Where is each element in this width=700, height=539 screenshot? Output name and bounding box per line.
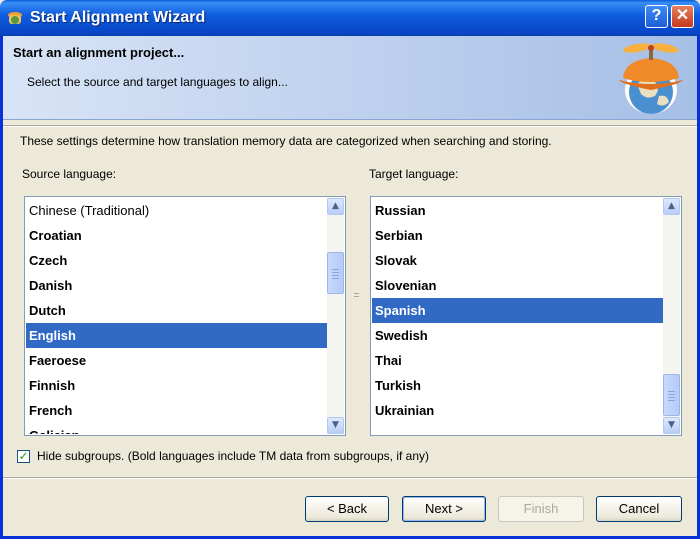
app-icon: [8, 12, 22, 24]
hide-subgroups-checkbox[interactable]: ✓: [17, 450, 30, 463]
back-button[interactable]: < Back: [305, 496, 389, 522]
list-item[interactable]: Galician: [26, 423, 327, 434]
checkmark-icon: ✓: [18, 449, 29, 463]
list-item[interactable]: Serbian: [372, 223, 663, 248]
globe-propeller-hat-icon: [619, 43, 683, 114]
header-subtitle: Select the source and target languages t…: [27, 75, 288, 89]
target-language-label: Target language:: [369, 167, 459, 181]
close-button[interactable]: ✕: [671, 5, 694, 28]
header-separator: [3, 125, 697, 127]
window-title: Start Alignment Wizard: [30, 9, 206, 26]
source-scrollbar[interactable]: ▲ ▼: [327, 198, 344, 434]
scroll-up-arrow-icon[interactable]: ▲: [663, 198, 680, 215]
list-item[interactable]: Thai: [372, 348, 663, 373]
target-language-list[interactable]: Russian Serbian Slovak Slovenian Spanish Swed…: [370, 196, 682, 436]
finish-button[interactable]: Finish: [498, 496, 584, 522]
list-item[interactable]: Czech: [26, 248, 327, 273]
list-item[interactable]: Russian: [372, 198, 663, 223]
splitter-grip[interactable]: [354, 293, 359, 301]
list-item[interactable]: Ukrainian: [372, 398, 663, 423]
source-language-list[interactable]: Chinese (Traditional) Croatian Czech Danish…: [24, 196, 346, 436]
description-text: These settings determine how translation…: [20, 134, 552, 148]
title-bar[interactable]: Start Alignment Wizard ? ✕: [0, 0, 700, 36]
source-language-label: Source language:: [22, 167, 117, 181]
list-item[interactable]: Faeroese: [26, 348, 327, 373]
list-item[interactable]: Swedish: [372, 323, 663, 348]
scroll-down-arrow-icon[interactable]: ▼: [327, 417, 344, 434]
help-button[interactable]: ?: [645, 5, 668, 28]
header-title: Start an alignment project...: [13, 45, 185, 60]
list-item[interactable]: English: [26, 323, 327, 348]
list-item[interactable]: Chinese (Traditional): [26, 198, 327, 223]
list-item[interactable]: Slovenian: [372, 273, 663, 298]
next-button[interactable]: Next >: [402, 496, 486, 522]
list-item[interactable]: Turkish: [372, 373, 663, 398]
wizard-header: Start an alignment project... Select the…: [3, 36, 697, 120]
scroll-down-arrow-icon[interactable]: ▼: [663, 417, 680, 434]
source-scroll-thumb[interactable]: [327, 252, 344, 294]
list-item[interactable]: Dutch: [26, 298, 327, 323]
footer-separator: [3, 477, 697, 479]
list-item[interactable]: Croatian: [26, 223, 327, 248]
list-item[interactable]: Finnish: [26, 373, 327, 398]
target-scrollbar[interactable]: ▲ ▼: [663, 198, 680, 434]
scroll-up-arrow-icon[interactable]: ▲: [327, 198, 344, 215]
target-scroll-thumb[interactable]: [663, 374, 680, 416]
list-item[interactable]: Spanish: [372, 298, 663, 323]
list-item[interactable]: French: [26, 398, 327, 423]
list-item[interactable]: Danish: [26, 273, 327, 298]
hide-subgroups-label[interactable]: Hide subgroups. (Bold languages include …: [37, 449, 429, 463]
list-item[interactable]: Slovak: [372, 248, 663, 273]
cancel-button[interactable]: Cancel: [596, 496, 682, 522]
